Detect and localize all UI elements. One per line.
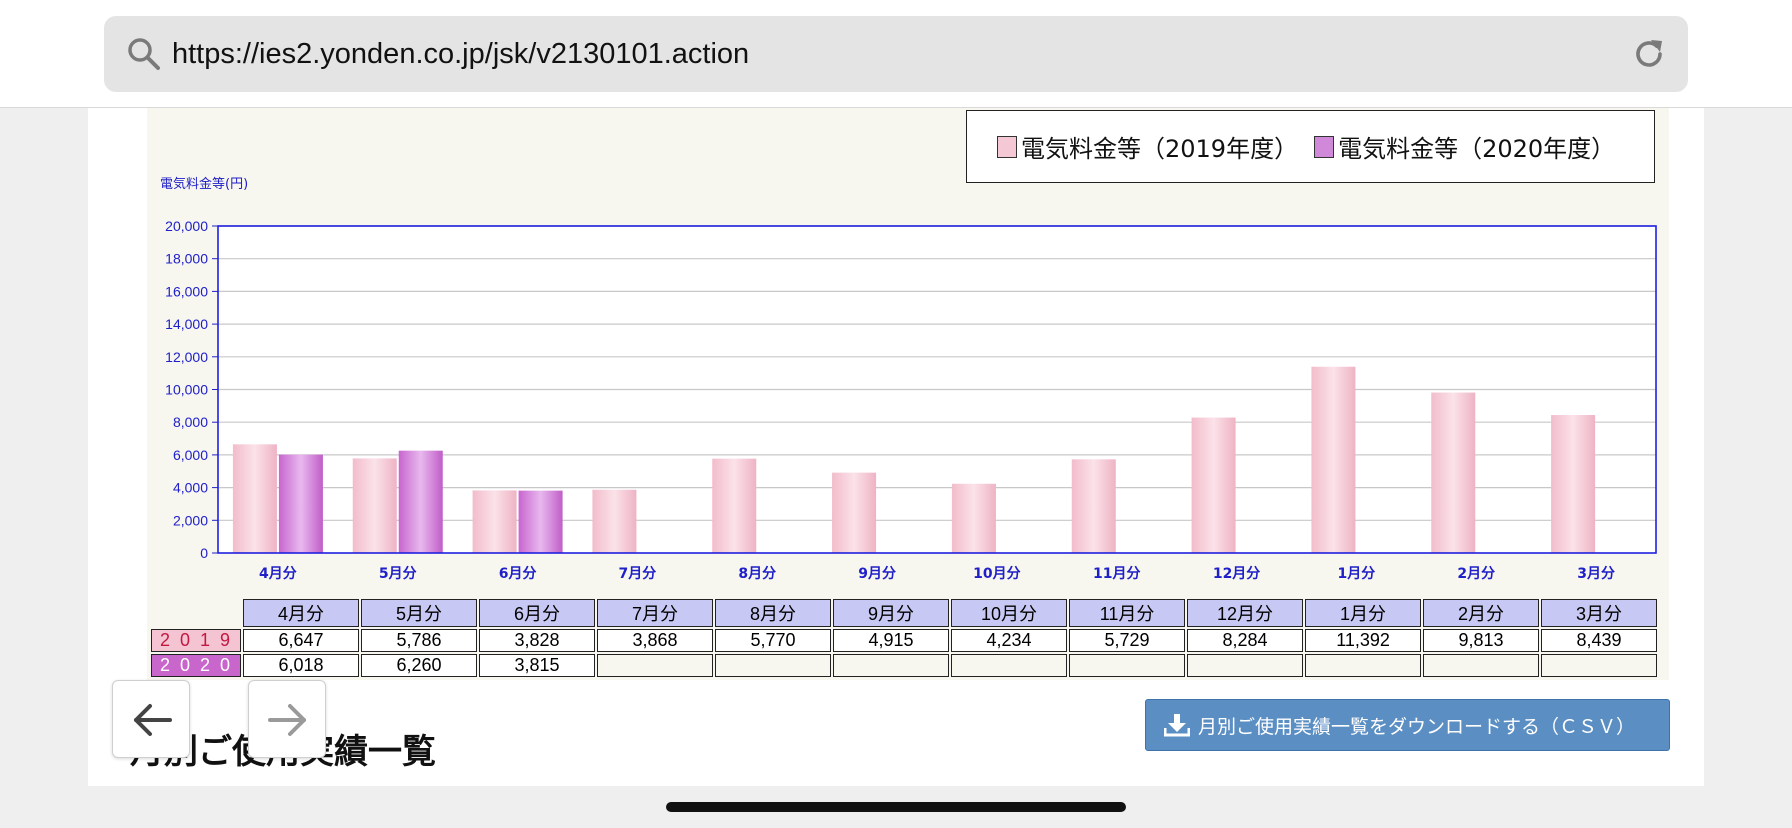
x-tick-label: 12月分 — [1213, 566, 1260, 582]
bar-2020 — [518, 490, 563, 553]
arrow-right-icon — [268, 704, 306, 736]
usage-table: 4月分 5月分 6月分 7月分 8月分 9月分 10月分 11月分 12月分 1… — [149, 597, 1659, 679]
table-cell — [1541, 654, 1658, 677]
table-cell — [1305, 654, 1422, 677]
table-header-cell: 8月分 — [715, 599, 832, 627]
y-tick-label: 0 — [200, 545, 208, 561]
legend-swatch-2019 — [997, 135, 1017, 158]
y-tick-label: 12,000 — [165, 349, 208, 365]
y-tick-label: 8,000 — [173, 414, 208, 430]
table-cell: 11,392 — [1305, 629, 1422, 652]
table-header-row: 4月分 5月分 6月分 7月分 8月分 9月分 10月分 11月分 12月分 1… — [151, 599, 1658, 627]
table-cell: 5,729 — [1069, 629, 1186, 652]
table-cell: 3,868 — [597, 629, 714, 652]
table-cell — [1423, 654, 1540, 677]
table-cell — [597, 654, 714, 677]
y-tick-label: 2,000 — [173, 512, 208, 528]
table-header-cell: 4月分 — [243, 599, 360, 627]
table-corner — [151, 599, 241, 627]
table-cell — [1069, 654, 1186, 677]
bar-2019 — [472, 490, 517, 553]
x-tick-label: 9月分 — [858, 566, 896, 582]
table-header-cell: 6月分 — [479, 599, 596, 627]
bar-2019 — [1191, 417, 1236, 553]
bar-2019 — [832, 472, 877, 553]
legend-label-2020: 電気料金等（2020年度） — [1338, 135, 1616, 163]
forward-button[interactable] — [248, 680, 326, 758]
chart-legend: 電気料金等（2019年度） 電気料金等（2020年度） — [966, 110, 1655, 183]
table-row-2020: 2020 6,018 6,260 3,815 — [151, 654, 1658, 677]
bar-2020 — [278, 454, 323, 553]
x-tick-label: 1月分 — [1338, 566, 1376, 582]
table-header-cell: 12月分 — [1187, 599, 1304, 627]
bar-2019 — [592, 489, 637, 553]
bar-chart: 電気料金等(円) 0 2,000 4,000 6,000 8,000 10,000 12,00… — [160, 176, 1657, 582]
x-tick-label: 6月分 — [499, 566, 537, 582]
bar-2019 — [951, 483, 996, 553]
table-cell: 5,770 — [715, 629, 832, 652]
arrow-left-icon — [134, 704, 172, 736]
x-tick-label: 2月分 — [1457, 566, 1495, 582]
y-tick-label: 6,000 — [173, 447, 208, 463]
y-tick-label: 18,000 — [165, 251, 208, 267]
table-header-cell: 11月分 — [1069, 599, 1186, 627]
table-cell: 6,647 — [243, 629, 360, 652]
back-button[interactable] — [112, 680, 190, 758]
bar-2019 — [232, 444, 277, 553]
y-tick-label: 14,000 — [165, 316, 208, 332]
legend-item-2020: 電気料金等（2020年度） — [1314, 129, 1615, 164]
y-tick-label: 10,000 — [165, 382, 208, 398]
bar-2019 — [1071, 459, 1116, 553]
table-cell: 3,815 — [479, 654, 596, 677]
bar-2019 — [712, 458, 757, 553]
download-icon — [1164, 714, 1190, 737]
bar-2019 — [352, 458, 397, 553]
table-header-cell: 5月分 — [361, 599, 478, 627]
table-cell: 4,234 — [951, 629, 1068, 652]
y-tick-label: 4,000 — [173, 480, 208, 496]
x-tick-label: 7月分 — [619, 566, 657, 582]
y-axis-title: 電気料金等(円) — [160, 176, 248, 192]
home-indicator — [666, 802, 1126, 812]
bar-2019 — [1551, 415, 1596, 553]
legend-label-2019: 電気料金等（2019年度） — [1021, 135, 1299, 163]
table-header-cell: 9月分 — [833, 599, 950, 627]
table-cell — [951, 654, 1068, 677]
bar-2019 — [1311, 366, 1356, 553]
table-cell — [1187, 654, 1304, 677]
row-year-2020: 2020 — [151, 654, 242, 677]
table-cell: 6,018 — [243, 654, 360, 677]
x-tick-label: 11月分 — [1093, 566, 1140, 582]
table-cell — [833, 654, 950, 677]
table-header-cell: 3月分 — [1541, 599, 1658, 627]
row-year-2019: 2019 — [151, 629, 242, 652]
x-tick-label: 8月分 — [738, 566, 776, 582]
table-header-cell: 1月分 — [1305, 599, 1422, 627]
x-tick-label: 4月分 — [259, 566, 297, 582]
table-cell: 9,813 — [1423, 629, 1540, 652]
x-tick-label: 3月分 — [1577, 566, 1615, 582]
legend-swatch-2020 — [1314, 135, 1335, 158]
table-cell: 4,915 — [833, 629, 950, 652]
x-tick-label: 10月分 — [973, 566, 1020, 582]
table-cell — [715, 654, 832, 677]
x-tick-label: 5月分 — [379, 566, 417, 582]
table-header-cell: 7月分 — [597, 599, 714, 627]
table-header-cell: 10月分 — [951, 599, 1068, 627]
table-cell: 5,786 — [361, 629, 478, 652]
table-cell: 8,439 — [1541, 629, 1658, 652]
download-csv-button[interactable]: 月別ご使用実績一覧をダウンロードする（ＣＳＶ） — [1145, 699, 1670, 751]
table-cell: 6,260 — [361, 654, 478, 677]
legend-item-2019: 電気料金等（2019年度） — [997, 129, 1298, 164]
table-row-2019: 2019 6,647 5,786 3,828 3,868 5,770 4,915… — [151, 629, 1658, 652]
table-header-cell: 2月分 — [1423, 599, 1540, 627]
bar-2020 — [398, 450, 443, 553]
table-cell: 3,828 — [479, 629, 596, 652]
bar-2019 — [1431, 392, 1476, 553]
y-tick-label: 16,000 — [165, 283, 208, 299]
y-tick-label: 20,000 — [165, 218, 208, 234]
download-label: 月別ご使用実績一覧をダウンロードする（ＣＳＶ） — [1198, 715, 1636, 738]
table-cell: 8,284 — [1187, 629, 1304, 652]
